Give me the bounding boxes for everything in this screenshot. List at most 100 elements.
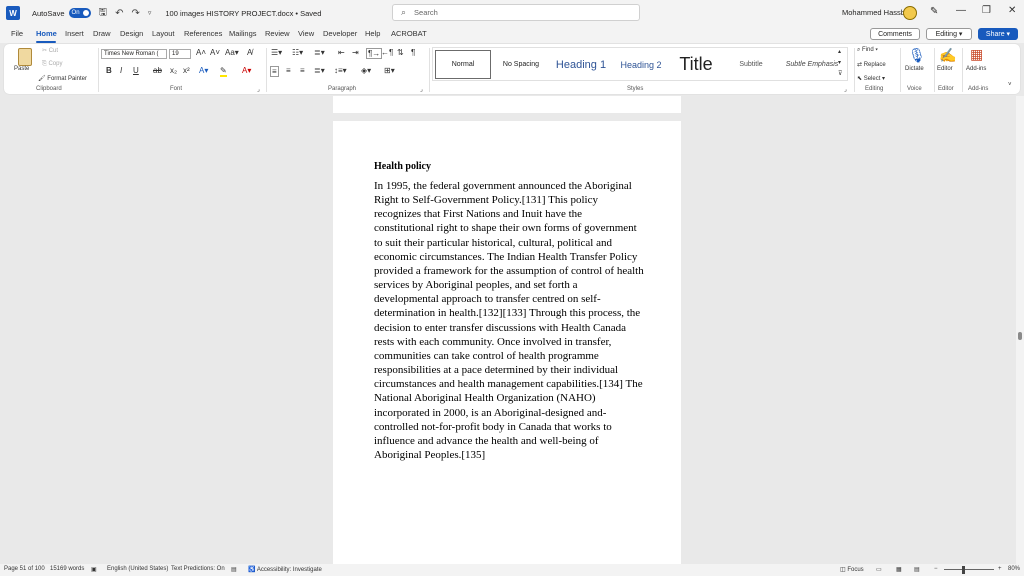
- grow-font-icon[interactable]: A˄: [196, 48, 206, 57]
- close-icon[interactable]: ✕: [1008, 5, 1016, 16]
- dictate-button[interactable]: Dictate: [905, 66, 924, 72]
- highlight-icon[interactable]: ✎: [220, 66, 227, 77]
- line-spacing-icon[interactable]: ↕≡▾: [334, 66, 347, 75]
- font-dialog-launcher-icon[interactable]: ⌟: [257, 86, 260, 93]
- format-painter-button[interactable]: 🖌 Format Painter: [38, 75, 87, 82]
- save-icon[interactable]: 🖫: [99, 5, 108, 22]
- paste-icon[interactable]: [18, 48, 32, 66]
- accessibility-button[interactable]: ♿ Accessibility: Investigate: [248, 566, 322, 573]
- style-no-spacing[interactable]: No Spacing: [493, 50, 549, 79]
- select-button[interactable]: ⬉ Select ▾: [857, 75, 885, 82]
- vertical-scrollbar[interactable]: [1016, 96, 1024, 564]
- add-ins-icon[interactable]: ▦: [970, 46, 983, 63]
- styles-dialog-launcher-icon[interactable]: ⌟: [844, 86, 847, 93]
- macro-icon[interactable]: ▤: [231, 566, 237, 573]
- tab-insert[interactable]: Insert: [65, 29, 84, 38]
- tab-mailings[interactable]: Mailings: [229, 29, 257, 38]
- text-effects-icon[interactable]: A▾: [199, 66, 208, 75]
- scrollbar-thumb[interactable]: [1018, 332, 1022, 340]
- undo-icon[interactable]: ↶: [115, 8, 123, 19]
- zoom-slider[interactable]: [944, 569, 994, 570]
- sort-icon[interactable]: ⇅: [397, 48, 404, 57]
- decrease-indent-icon[interactable]: ⇤: [338, 48, 345, 57]
- designer-pen-icon[interactable]: ✎: [930, 6, 938, 17]
- style-title[interactable]: Title: [671, 50, 721, 79]
- align-right-icon[interactable]: ≡: [300, 66, 305, 75]
- restore-icon[interactable]: ❐: [982, 5, 991, 16]
- tab-home[interactable]: Home: [36, 29, 57, 38]
- section-heading[interactable]: Health policy: [374, 161, 431, 172]
- customize-qat-icon[interactable]: ▿: [148, 9, 152, 17]
- zoom-slider-thumb[interactable]: [962, 566, 965, 574]
- read-mode-icon[interactable]: ▭: [876, 566, 882, 573]
- redo-icon[interactable]: ↷: [131, 8, 139, 19]
- style-normal[interactable]: Normal: [435, 50, 491, 79]
- copy-button[interactable]: ⎘ Copy: [42, 61, 62, 68]
- underline-icon[interactable]: U: [133, 66, 139, 75]
- align-left-icon[interactable]: ≡: [270, 66, 279, 77]
- language[interactable]: English (United States): [107, 566, 168, 572]
- zoom-out-icon[interactable]: −: [934, 566, 938, 572]
- tab-help[interactable]: Help: [365, 29, 380, 38]
- web-layout-icon[interactable]: ▤: [914, 566, 920, 573]
- style-heading-2[interactable]: Heading 2: [613, 50, 669, 79]
- subscript-icon[interactable]: x₂: [170, 66, 177, 75]
- paste-button[interactable]: Paste: [14, 66, 29, 72]
- font-color-icon[interactable]: A▾: [242, 66, 251, 75]
- change-case-icon[interactable]: Aa▾: [225, 48, 239, 57]
- tab-review[interactable]: Review: [265, 29, 290, 38]
- editor-icon[interactable]: ✍: [939, 47, 956, 64]
- zoom-level[interactable]: 80%: [1008, 566, 1020, 572]
- styles-scroll-up-icon[interactable]: ▴: [838, 48, 841, 55]
- avatar[interactable]: [903, 6, 917, 20]
- share-button[interactable]: Share ▾: [978, 28, 1018, 40]
- focus-button[interactable]: ◫ Focus: [840, 566, 864, 573]
- bold-icon[interactable]: B: [106, 66, 112, 75]
- shrink-font-icon[interactable]: A˅: [210, 48, 220, 57]
- numbering-icon[interactable]: ☷▾: [292, 48, 303, 57]
- styles-scroll-down-icon[interactable]: ▾: [838, 59, 841, 66]
- increase-indent-icon[interactable]: ⇥: [352, 48, 359, 57]
- replace-button[interactable]: ⇄ Replace: [857, 61, 886, 68]
- style-subtle-emphasis[interactable]: Subtle Emphasis: [781, 50, 843, 79]
- show-marks-icon[interactable]: ¶: [411, 48, 415, 57]
- document-page[interactable]: Health policy In 1995, the federal gover…: [333, 121, 681, 564]
- paragraph-dialog-launcher-icon[interactable]: ⌟: [420, 86, 423, 93]
- editor-button[interactable]: Editor: [937, 66, 953, 72]
- autosave-toggle[interactable]: On: [68, 8, 91, 18]
- tab-view[interactable]: View: [298, 29, 314, 38]
- comments-button[interactable]: Comments: [870, 28, 920, 40]
- text-predictions[interactable]: Text Predictions: On: [171, 566, 225, 572]
- tab-design[interactable]: Design: [120, 29, 143, 38]
- style-heading-1[interactable]: Heading 1: [551, 50, 611, 79]
- word-count[interactable]: 15169 words: [50, 566, 84, 572]
- italic-icon[interactable]: I: [120, 66, 122, 75]
- tab-developer[interactable]: Developer: [323, 29, 357, 38]
- shading-icon[interactable]: ◈▾: [361, 66, 371, 75]
- document-title[interactable]: 100 images HISTORY PROJECT.docx • Saved: [165, 9, 321, 18]
- cut-button[interactable]: ✂ Cut: [42, 47, 58, 54]
- rtl-icon[interactable]: ←¶: [381, 48, 393, 57]
- user-name[interactable]: Mohammed Hassbo: [842, 8, 909, 17]
- collapse-ribbon-icon[interactable]: ˅: [1008, 82, 1012, 88]
- justify-icon[interactable]: ≣▾: [314, 66, 325, 75]
- page-count[interactable]: Page 51 of 100: [4, 566, 45, 572]
- add-ins-button[interactable]: Add-ins: [966, 66, 986, 72]
- tab-layout[interactable]: Layout: [152, 29, 175, 38]
- tab-draw[interactable]: Draw: [93, 29, 111, 38]
- body-paragraph[interactable]: In 1995, the federal government announce…: [374, 179, 644, 462]
- align-center-icon[interactable]: ≡: [286, 66, 291, 75]
- style-subtitle[interactable]: Subtitle: [723, 50, 779, 79]
- styles-more-icon[interactable]: ⊽: [838, 70, 842, 77]
- font-name-select[interactable]: Times New Roman (: [101, 49, 167, 59]
- editing-mode-button[interactable]: Editing ▾: [926, 28, 972, 40]
- proofing-icon[interactable]: ▣: [91, 566, 97, 573]
- superscript-icon[interactable]: x²: [183, 66, 190, 75]
- tab-file[interactable]: File: [11, 29, 23, 38]
- search-box[interactable]: ⌕ Search: [392, 4, 640, 21]
- ltr-icon[interactable]: ¶→: [366, 48, 383, 59]
- microphone-icon[interactable]: 🎙: [908, 47, 926, 64]
- font-size-select[interactable]: 19: [169, 49, 191, 59]
- zoom-in-icon[interactable]: +: [998, 566, 1002, 572]
- multilevel-list-icon[interactable]: ≣▾: [314, 48, 325, 57]
